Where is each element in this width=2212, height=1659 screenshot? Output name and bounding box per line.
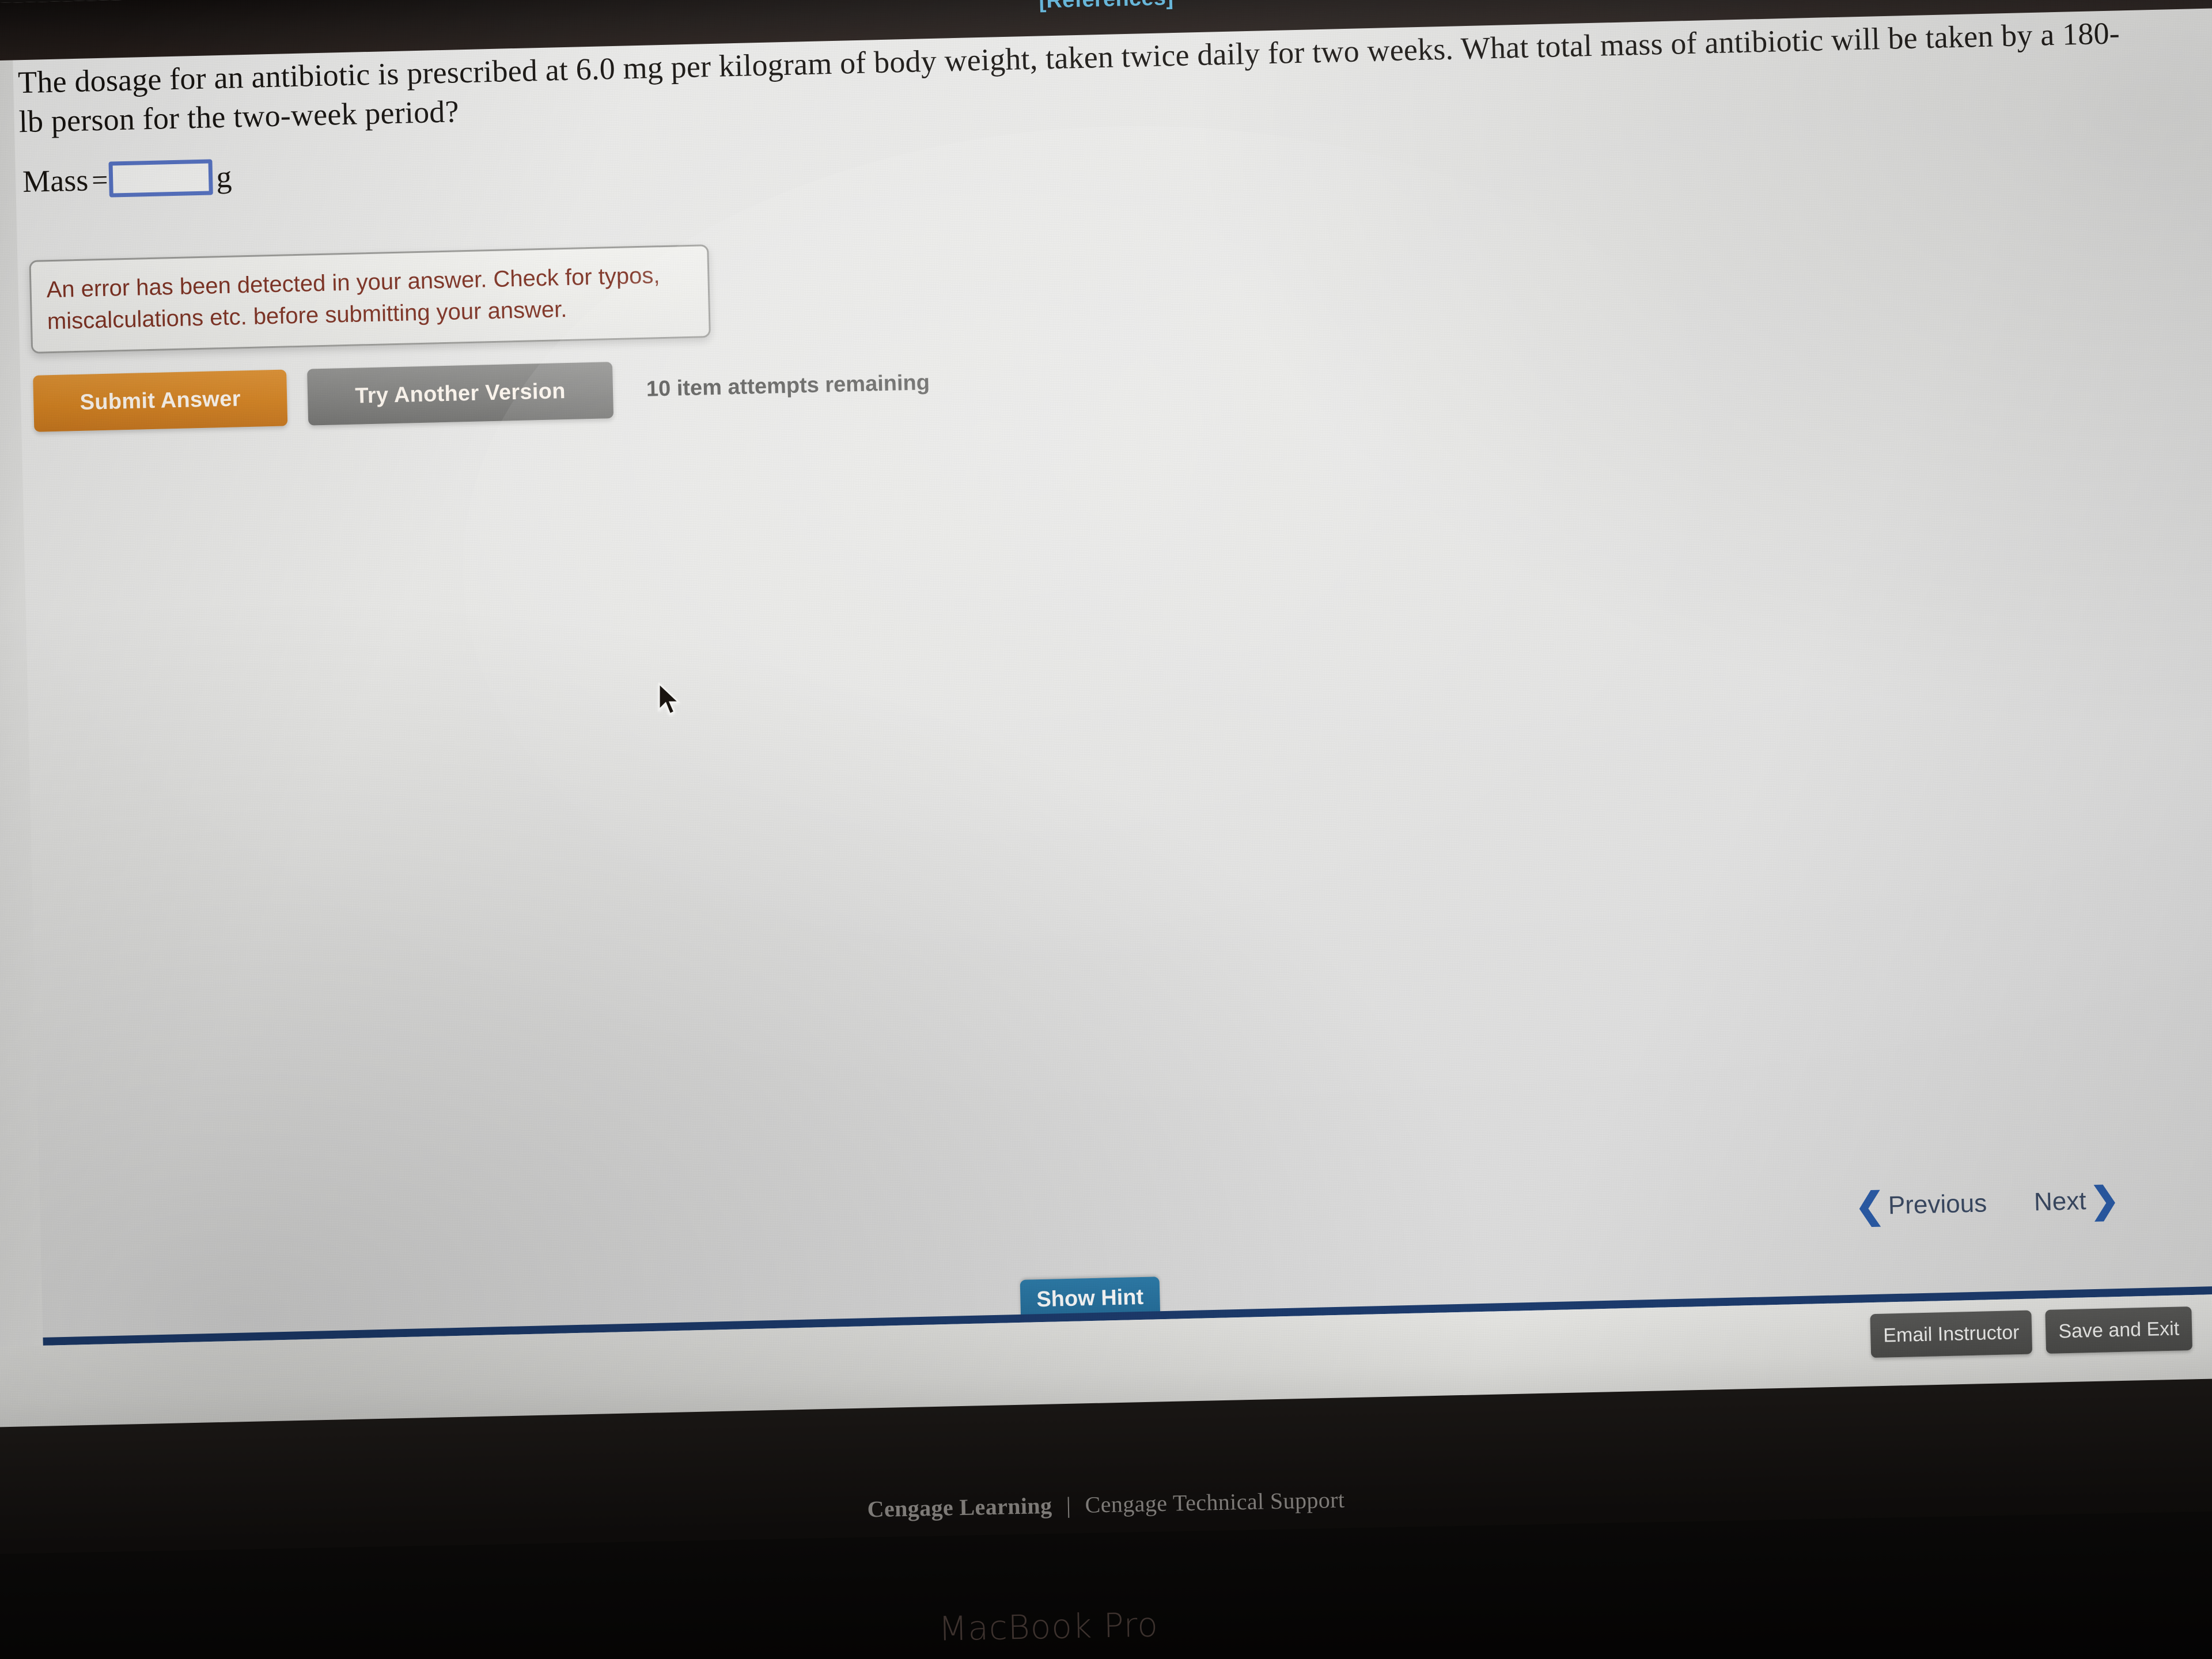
previous-label: Previous — [1888, 1189, 1987, 1220]
macbook-pro-label: MacBook Pro — [938, 1605, 1159, 1649]
next-button[interactable]: Next ❯ — [2033, 1180, 2120, 1221]
try-another-version-button[interactable]: Try Another Version — [307, 362, 614, 426]
photo-of-laptop-screen: [References] The dosage for an antibioti… — [0, 0, 2212, 1659]
attempts-remaining-text: 10 item attempts remaining — [646, 370, 930, 402]
mass-answer-input[interactable] — [108, 159, 214, 198]
mouse-cursor-icon — [658, 683, 681, 715]
equals-sign: = — [91, 163, 109, 196]
error-message-text: An error has been detected in your answe… — [46, 263, 660, 335]
error-message-box: An error has been detected in your answe… — [29, 244, 711, 354]
footer-brand[interactable]: Cengage Learning — [867, 1493, 1052, 1522]
save-and-exit-button[interactable]: Save and Exit — [2045, 1306, 2193, 1354]
answer-unit-label: g — [215, 159, 233, 195]
footer-separator: | — [1066, 1492, 1071, 1518]
email-instructor-button[interactable]: Email Instructor — [1870, 1310, 2033, 1358]
bottom-toolbar-buttons: Email Instructor Save and Exit — [1870, 1306, 2193, 1358]
submit-answer-button[interactable]: Submit Answer — [33, 369, 288, 432]
footer-support-link[interactable]: Cengage Technical Support — [1085, 1487, 1345, 1518]
answer-label: Mass — [22, 162, 89, 199]
answer-row: Mass = g — [22, 159, 232, 200]
chevron-left-icon: ❮ — [1854, 1185, 1885, 1226]
previous-button[interactable]: ❮ Previous — [1854, 1185, 1987, 1226]
next-label: Next — [2033, 1187, 2087, 1217]
chevron-right-icon: ❯ — [2089, 1180, 2120, 1221]
laptop-screen: [References] The dosage for an antibioti… — [0, 0, 2212, 1502]
